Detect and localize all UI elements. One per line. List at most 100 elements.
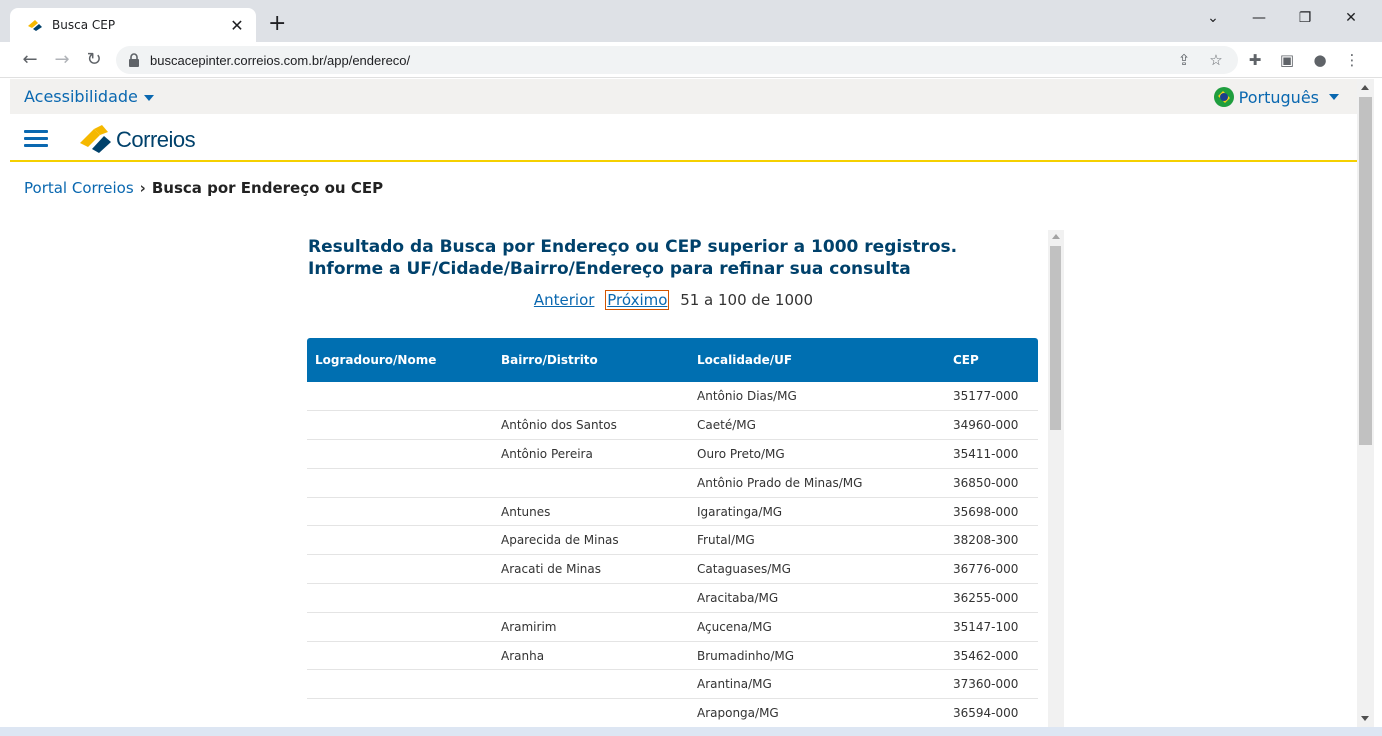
language-selector[interactable]: Português <box>1213 87 1339 107</box>
hamburger-menu-icon[interactable] <box>24 130 48 148</box>
scroll-up-arrow-icon[interactable] <box>1052 234 1060 239</box>
page-range-text: 51 a 100 de 1000 <box>680 291 814 309</box>
restore-button[interactable]: ❐ <box>1282 10 1328 26</box>
cell-logradouro <box>307 554 493 585</box>
cell-logradouro <box>307 641 493 671</box>
cell-logradouro <box>307 583 493 613</box>
table-row: Antônio Dias/MG 35177-000 <box>307 382 1038 412</box>
site-header: Correios <box>10 114 1357 162</box>
column-header-logradouro: Logradouro/Nome <box>307 338 493 382</box>
caret-down-icon <box>1329 94 1339 100</box>
correios-logo-mark-icon <box>80 125 111 153</box>
cell-cep: 36776-000 <box>945 554 1038 585</box>
breadcrumb: Portal Correios › Busca por Endereço ou CE… <box>24 179 383 197</box>
cell-cep: 35462-000 <box>945 641 1038 671</box>
results-scrollbar[interactable] <box>1048 230 1064 727</box>
column-header-bairro: Bairro/Distrito <box>493 338 689 382</box>
cell-bairro <box>493 468 689 498</box>
language-label: Português <box>1238 87 1319 107</box>
table-header-row: Logradouro/Nome Bairro/Distrito Localida… <box>307 338 1038 382</box>
table-row: Aranha Brumadinho/MG 35462-000 <box>307 641 1038 671</box>
extensions-icon[interactable]: ✚ <box>1244 50 1266 70</box>
cell-localidade: Antônio Prado de Minas/MG <box>689 468 945 498</box>
cell-localidade: Arantina/MG <box>689 669 945 700</box>
browser-menu-icon[interactable]: ⋮ <box>1341 50 1363 70</box>
taskbar-edge <box>0 727 1382 736</box>
cell-cep: 35147-100 <box>945 612 1038 642</box>
cell-logradouro <box>307 439 493 469</box>
table-row: Arantina/MG 37360-000 <box>307 669 1038 700</box>
cell-bairro: Aramirim <box>493 612 689 642</box>
table-row: Antunes Igaratinga/MG 35698-000 <box>307 497 1038 527</box>
back-button[interactable]: ← <box>18 48 42 72</box>
pagination: Anterior Próximo 51 a 100 de 1000 <box>308 290 1039 310</box>
cell-localidade: Araponga/MG <box>689 698 945 727</box>
window-close-button[interactable]: ✕ <box>1328 10 1374 26</box>
tab-search-icon[interactable]: ⌄ <box>1190 10 1236 26</box>
url-text: buscacepinter.correios.com.br/app/endere… <box>150 52 411 68</box>
address-bar[interactable]: buscacepinter.correios.com.br/app/endere… <box>116 46 1238 74</box>
cell-localidade: Igaratinga/MG <box>689 497 945 527</box>
tab-close-icon[interactable]: ✕ <box>228 16 246 35</box>
minimize-button[interactable]: — <box>1236 10 1282 26</box>
table-row: Antônio Prado de Minas/MG 36850-000 <box>307 468 1038 498</box>
tab-title: Busca CEP <box>52 18 116 32</box>
column-header-cep: CEP <box>945 338 1038 382</box>
page-scrollbar[interactable] <box>1357 79 1374 727</box>
cell-bairro: Antônio Pereira <box>493 439 689 469</box>
table-row: Aracitaba/MG 36255-000 <box>307 583 1038 613</box>
result-title: Resultado da Busca por Endereço ou CEP s… <box>308 236 1008 280</box>
previous-page-link[interactable]: Anterior <box>534 291 595 309</box>
cell-bairro <box>493 382 689 412</box>
scroll-down-arrow-icon[interactable] <box>1361 716 1369 721</box>
result-title-line1: Resultado da Busca por Endereço ou CEP s… <box>308 237 958 257</box>
cell-localidade: Cataguases/MG <box>689 554 945 585</box>
cell-localidade: Antônio Dias/MG <box>689 382 945 412</box>
scroll-up-arrow-icon[interactable] <box>1361 85 1369 90</box>
correios-logo[interactable]: Correios <box>78 123 208 155</box>
cell-bairro: Antônio dos Santos <box>493 410 689 441</box>
cell-cep: 36850-000 <box>945 468 1038 498</box>
cell-logradouro <box>307 410 493 441</box>
table-row: Aracati de Minas Cataguases/MG 36776-000 <box>307 554 1038 585</box>
table-row: Aramirim Açucena/MG 35147-100 <box>307 612 1038 642</box>
cell-bairro <box>493 698 689 727</box>
cell-cep: 35177-000 <box>945 382 1038 412</box>
cell-bairro: Antunes <box>493 497 689 527</box>
page-content: Acessibilidade Português Correios Portal… <box>10 79 1357 727</box>
cell-logradouro <box>307 382 493 412</box>
cell-logradouro <box>307 698 493 727</box>
cell-cep: 38208-300 <box>945 525 1038 556</box>
cell-logradouro <box>307 525 493 556</box>
reload-button[interactable]: ↻ <box>82 48 106 72</box>
results-scrollbar-thumb[interactable] <box>1050 246 1061 430</box>
cell-cep: 34960-000 <box>945 410 1038 441</box>
cell-localidade: Caeté/MG <box>689 410 945 441</box>
cell-bairro: Aranha <box>493 641 689 671</box>
browser-tab-strip: Busca CEP ✕ + ⌄ — ❐ ✕ <box>0 0 1382 42</box>
accessibility-menu[interactable]: Acessibilidade <box>24 87 154 106</box>
cell-cep: 35698-000 <box>945 497 1038 527</box>
side-panel-icon[interactable]: ▣ <box>1276 50 1298 70</box>
share-icon[interactable]: ⇪ <box>1174 46 1194 74</box>
bookmark-star-icon[interactable]: ☆ <box>1206 46 1226 74</box>
breadcrumb-home-link[interactable]: Portal Correios <box>24 179 134 197</box>
page-left-gutter <box>0 79 10 727</box>
new-tab-button[interactable]: + <box>268 12 288 36</box>
lock-icon[interactable] <box>128 53 140 67</box>
correios-favicon-icon <box>28 20 42 31</box>
page-scrollbar-thumb[interactable] <box>1359 97 1372 445</box>
table-row: Aparecida de Minas Frutal/MG 38208-300 <box>307 525 1038 556</box>
cell-logradouro <box>307 669 493 700</box>
accessibility-bar: Acessibilidade Português <box>10 79 1357 114</box>
cell-bairro: Aracati de Minas <box>493 554 689 585</box>
column-header-localidade: Localidade/UF <box>689 338 945 382</box>
profile-avatar-icon[interactable]: ● <box>1309 50 1331 70</box>
browser-tab[interactable]: Busca CEP ✕ <box>10 8 256 42</box>
brazil-flag-icon <box>1213 87 1234 107</box>
next-page-link[interactable]: Próximo <box>605 290 670 310</box>
breadcrumb-separator: › <box>139 179 146 197</box>
table-row: Antônio dos Santos Caeté/MG 34960-000 <box>307 410 1038 441</box>
forward-button[interactable]: → <box>50 48 74 72</box>
cell-cep: 37360-000 <box>945 669 1038 700</box>
